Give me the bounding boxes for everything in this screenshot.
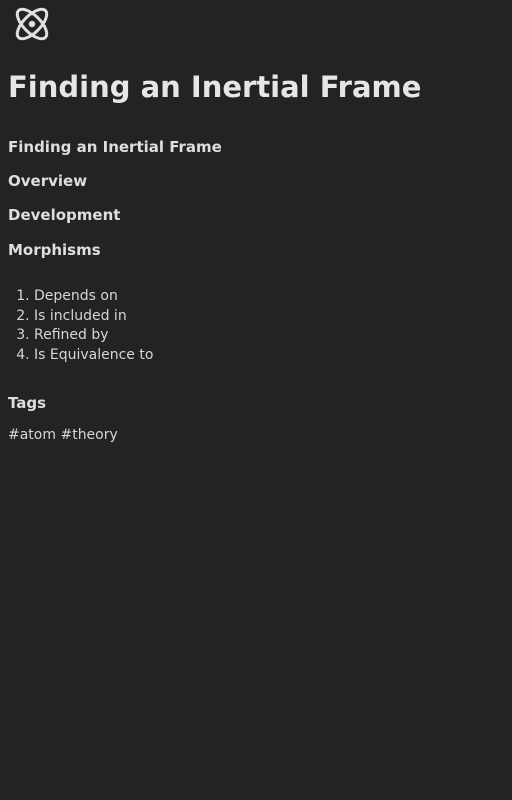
page: Finding an Inertial Frame Finding an Ine… bbox=[0, 0, 512, 800]
morphism-depends-on: Depends on bbox=[34, 287, 153, 307]
toc-development-link[interactable]: Development bbox=[8, 205, 120, 225]
morphism-is-included-in: Is included in bbox=[34, 307, 153, 327]
atom-logo-icon[interactable] bbox=[10, 2, 54, 46]
toc-title-link[interactable]: Finding an Inertial Frame bbox=[8, 137, 222, 157]
page-title: Finding an Inertial Frame bbox=[8, 70, 422, 104]
morphisms-list: Depends on Is included in Refined by Is … bbox=[8, 287, 153, 365]
toc-morphisms-link[interactable]: Morphisms bbox=[8, 240, 101, 260]
tags-list: #atom #theory bbox=[8, 425, 118, 445]
tag-atom[interactable]: #atom bbox=[8, 427, 56, 443]
tag-theory[interactable]: #theory bbox=[60, 427, 117, 443]
morphism-is-equivalence-to: Is Equivalence to bbox=[34, 346, 153, 366]
tags-heading: Tags bbox=[8, 394, 47, 412]
toc-overview-link[interactable]: Overview bbox=[8, 171, 87, 191]
morphism-refined-by: Refined by bbox=[34, 326, 153, 346]
